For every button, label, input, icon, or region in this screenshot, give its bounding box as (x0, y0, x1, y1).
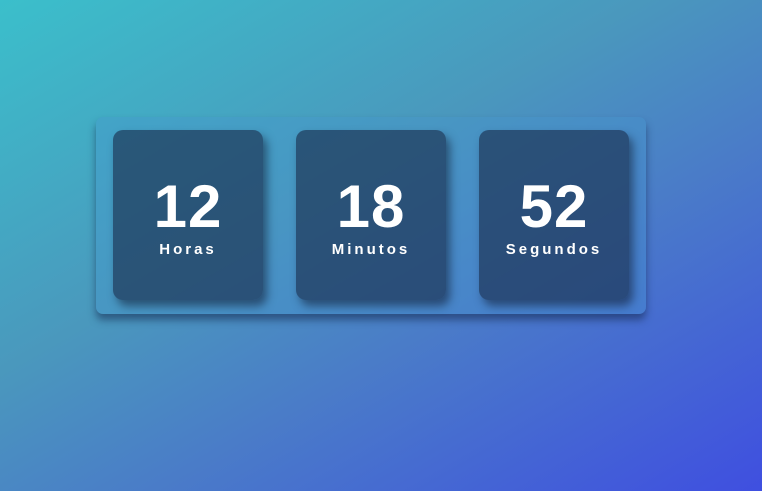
minutes-value: 18 (336, 173, 406, 240)
hours-tile: 12 Horas (113, 130, 263, 300)
hours-label: Horas (159, 241, 217, 258)
seconds-value: 52 (519, 173, 589, 240)
minutes-tile: 18 Minutos (296, 130, 446, 300)
seconds-tile: 52 Segundos (479, 130, 629, 300)
minutes-label: Minutos (331, 241, 411, 258)
seconds-label: Segundos (505, 241, 603, 258)
hours-value: 12 (153, 173, 223, 240)
digital-clock-panel: 12 Horas 18 Minutos 52 Segundos (96, 117, 646, 314)
